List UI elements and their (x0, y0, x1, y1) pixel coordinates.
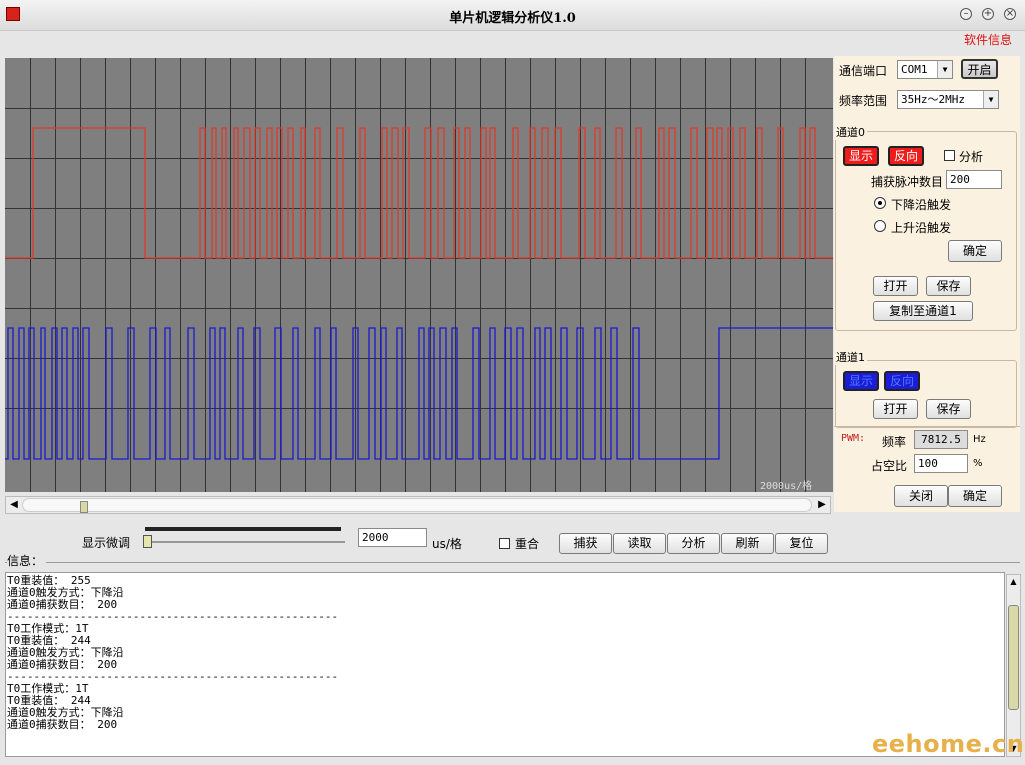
pwm-freq-value: 7812.5 (914, 430, 968, 449)
pwm-divider (834, 426, 1020, 427)
ch0-show-button[interactable]: 显示 (843, 146, 879, 166)
scroll-track[interactable] (22, 498, 812, 513)
software-info-link[interactable]: 软件信息 (964, 31, 1012, 48)
time-per-div-input[interactable]: 2000 (358, 528, 427, 547)
ch0-analyze-label: 分析 (959, 150, 984, 164)
fine-tune-label: 显示微调 (82, 536, 131, 550)
port-select[interactable]: COM1 ▼ (897, 60, 953, 79)
waveform-svg (5, 58, 833, 492)
pulse-count-input[interactable]: 200 (946, 170, 1002, 189)
fine-tune-slider-track[interactable] (145, 541, 345, 543)
reset-button[interactable]: 复位 (775, 533, 828, 554)
scroll-thumb[interactable] (80, 501, 88, 513)
read-button[interactable]: 读取 (613, 533, 666, 554)
ch0-ok-button[interactable]: 确定 (948, 240, 1002, 262)
info-log-text: T0重装值： 255 通道0触发方式：下降沿 通道0捕获数目： 200 ----… (7, 574, 339, 731)
ch0-analyze-checkbox[interactable] (944, 150, 955, 161)
info-log[interactable]: T0重装值： 255 通道0触发方式：下降沿 通道0捕获数目： 200 ----… (5, 572, 1005, 757)
freq-range-select[interactable]: 35Hz～2MHz ▼ (897, 90, 999, 109)
chevron-down-icon: ▼ (983, 91, 998, 108)
copy-to-ch1-button[interactable]: 复制至通道1 (873, 301, 973, 321)
ch1-save-button[interactable]: 保存 (926, 399, 971, 419)
chevron-down-icon: ▼ (937, 61, 952, 78)
pwm-duty-label: 占空比 (871, 459, 908, 473)
pwm-ok-button[interactable]: 确定 (948, 485, 1002, 507)
freq-range-label: 频率范围 (839, 94, 888, 108)
overlap-checkbox[interactable] (499, 538, 510, 549)
channel1-waveform (5, 327, 833, 460)
info-separator (5, 562, 1020, 563)
overlap-label: 重合 (515, 537, 540, 551)
ch1-show-button[interactable]: 显示 (843, 371, 879, 391)
falling-edge-radio[interactable] (874, 197, 886, 209)
ch0-invert-button[interactable]: 反向 (888, 146, 924, 166)
scroll-up-arrow-icon[interactable]: ▲ (1007, 575, 1020, 589)
channel1-title: 通道1 (834, 349, 867, 365)
pwm-tag: PWM: (841, 433, 866, 444)
ch0-open-button[interactable]: 打开 (873, 276, 918, 296)
ch1-invert-button[interactable]: 反向 (884, 371, 920, 391)
pwm-duty-input[interactable]: 100 (914, 454, 968, 473)
ch1-open-button[interactable]: 打开 (873, 399, 918, 419)
port-select-value: COM1 (901, 63, 928, 76)
pwm-freq-label: 频率 (882, 435, 907, 449)
fine-tune-indicator-bar (145, 527, 341, 531)
close-icon[interactable]: × (1004, 8, 1016, 20)
scroll-thumb[interactable] (1008, 605, 1019, 710)
pulse-count-label: 捕获脉冲数目 (871, 175, 944, 189)
window-title: 单片机逻辑分析仪1.0 (449, 11, 576, 26)
maximize-icon[interactable]: + (982, 8, 994, 20)
fine-tune-slider-thumb[interactable] (143, 535, 152, 548)
pwm-freq-unit: Hz (973, 434, 986, 445)
channel0-title: 通道0 (834, 124, 867, 140)
rising-edge-radio[interactable] (874, 220, 886, 232)
rising-edge-label: 上升沿触发 (891, 221, 952, 235)
analyze-button[interactable]: 分析 (667, 533, 720, 554)
port-label: 通信端口 (839, 64, 888, 78)
time-per-div-unit: us/格 (432, 537, 462, 551)
scroll-left-arrow-icon[interactable]: ◀ (6, 497, 22, 513)
capture-button[interactable]: 捕获 (559, 533, 612, 554)
info-label: 信息： (7, 552, 47, 569)
scroll-right-arrow-icon[interactable]: ▶ (814, 497, 830, 513)
watermark-logo: eehome.cn (872, 730, 1025, 758)
pwm-close-button[interactable]: 关闭 (894, 485, 948, 507)
time-scale-label: 2000us/格 (760, 481, 813, 492)
falling-edge-label: 下降沿触发 (891, 198, 952, 212)
pwm-duty-unit: % (973, 458, 983, 469)
port-open-button[interactable]: 开启 (961, 59, 998, 79)
refresh-button[interactable]: 刷新 (721, 533, 774, 554)
waveform-display: 2000us/格 (5, 58, 833, 492)
channel0-waveform (5, 127, 833, 259)
ch0-save-button[interactable]: 保存 (926, 276, 971, 296)
freq-range-value: 35Hz～2MHz (901, 93, 965, 106)
waveform-horizontal-scrollbar[interactable]: ◀ ▶ (5, 496, 831, 514)
control-panel: 通信端口 COM1 ▼ 开启 频率范围 35Hz～2MHz ▼ 通道0 显示 反… (834, 56, 1020, 512)
minimize-icon[interactable]: – (960, 8, 972, 20)
